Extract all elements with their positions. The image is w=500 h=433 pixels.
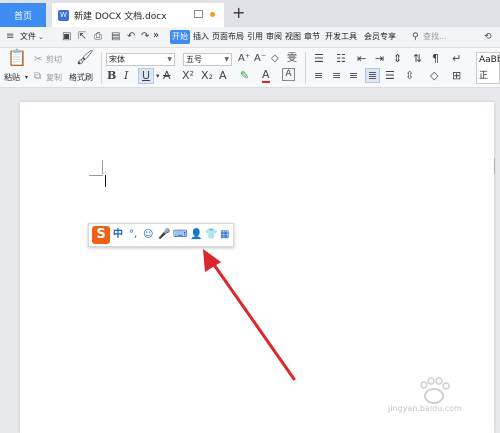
watermark-text: jingyan.baidu.com [388,404,462,413]
annotation-arrow [203,249,296,381]
baidu-paw-logo [420,377,450,404]
